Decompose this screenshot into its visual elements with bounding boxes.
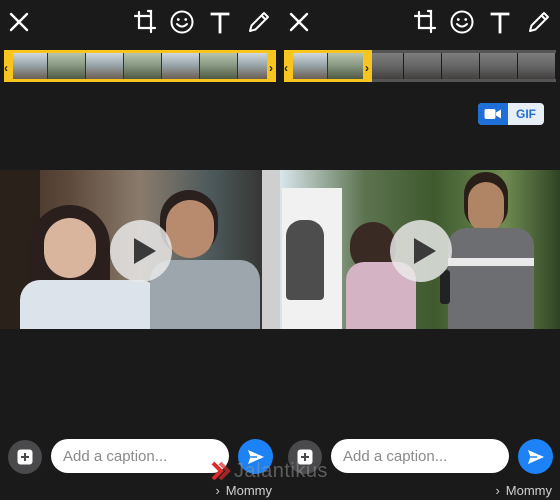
top-toolbar xyxy=(0,0,280,46)
scene-wall xyxy=(262,170,280,329)
video-camera-icon xyxy=(484,109,501,119)
caption-bar xyxy=(280,436,560,476)
person-body xyxy=(20,280,160,329)
scene-statue xyxy=(286,220,324,300)
add-media-button[interactable] xyxy=(8,440,42,474)
person-body xyxy=(448,228,534,329)
person-face xyxy=(44,218,96,278)
chevron-right-icon: › xyxy=(215,483,220,498)
person-body xyxy=(150,260,260,329)
send-icon xyxy=(527,449,544,464)
video-trim-strip[interactable]: ‹ › xyxy=(284,50,556,82)
recipient-label[interactable]: › Mommy xyxy=(495,483,552,498)
caption-input[interactable] xyxy=(51,439,229,473)
emoji-icon[interactable] xyxy=(169,9,195,35)
person-face xyxy=(468,182,504,232)
add-media-button[interactable] xyxy=(288,440,322,474)
recipient-name: Mommy xyxy=(505,483,552,498)
close-icon[interactable] xyxy=(6,9,32,35)
top-toolbar xyxy=(280,0,560,46)
microphone xyxy=(440,270,450,304)
close-icon[interactable] xyxy=(286,9,312,35)
video-gif-toggle[interactable]: GIF xyxy=(478,103,544,125)
frame-thumbnail xyxy=(442,53,480,79)
video-trim-strip[interactable]: ‹ › xyxy=(4,50,276,82)
send-button[interactable] xyxy=(518,439,553,474)
frame-thumbnail xyxy=(518,53,556,79)
emoji-icon[interactable] xyxy=(449,9,475,35)
text-icon[interactable] xyxy=(207,9,233,35)
gif-mode-button[interactable]: GIF xyxy=(508,103,544,125)
caption-bar xyxy=(0,436,280,476)
pencil-icon[interactable] xyxy=(526,9,552,35)
editor-panel-left: ‹ › › Mommy xyxy=(0,0,280,500)
play-icon[interactable] xyxy=(110,220,172,282)
pencil-icon[interactable] xyxy=(246,9,272,35)
frame-thumbnail xyxy=(480,53,518,79)
video-preview[interactable] xyxy=(0,170,280,329)
add-media-icon xyxy=(17,449,33,465)
trim-selection[interactable]: ‹ › xyxy=(4,50,276,82)
sweater-stripe xyxy=(448,258,534,266)
chevron-left-icon[interactable]: ‹ xyxy=(4,62,11,74)
send-button[interactable] xyxy=(238,439,273,474)
send-icon xyxy=(247,449,264,464)
play-icon[interactable] xyxy=(390,220,452,282)
caption-input[interactable] xyxy=(331,439,509,473)
video-mode-button[interactable] xyxy=(478,103,508,125)
person-face xyxy=(166,200,214,258)
chevron-right-icon: › xyxy=(495,483,500,498)
chevron-right-icon[interactable]: › xyxy=(365,62,372,74)
recipient-label[interactable]: › Mommy xyxy=(215,483,272,498)
editor-panel-right: ‹ › GIF › Mommy xyxy=(280,0,560,500)
frame-thumbnail xyxy=(404,53,442,79)
text-icon[interactable] xyxy=(487,9,513,35)
chevron-left-icon[interactable]: ‹ xyxy=(284,62,291,74)
add-media-icon xyxy=(297,449,313,465)
crop-icon[interactable] xyxy=(412,9,438,35)
crop-icon[interactable] xyxy=(132,9,158,35)
chevron-right-icon[interactable]: › xyxy=(269,62,276,74)
trim-selection[interactable]: ‹ › xyxy=(284,50,372,82)
recipient-name: Mommy xyxy=(225,483,272,498)
video-preview[interactable] xyxy=(280,170,560,329)
